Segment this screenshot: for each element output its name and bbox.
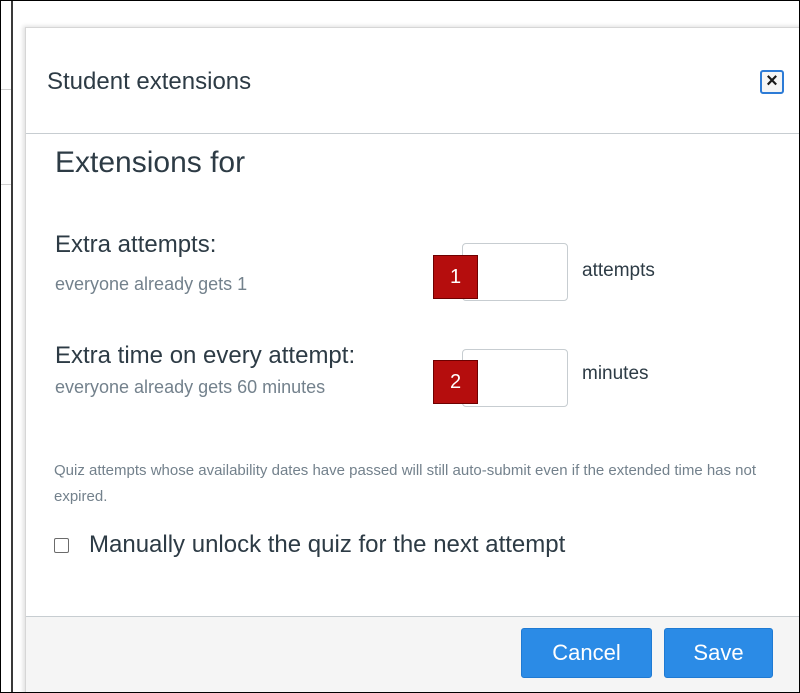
extra-attempts-help: everyone already gets 1 — [55, 274, 248, 294]
close-button[interactable]: × — [760, 70, 784, 94]
dialog-title: Student extensions — [47, 68, 252, 95]
student-extensions-dialog: Student extensions × Extensions for Extr… — [25, 27, 799, 692]
page-edge-line — [1, 184, 11, 185]
close-icon: × — [766, 70, 778, 92]
step-badge-2: 2 — [433, 360, 478, 404]
screenshot-frame: Student extensions × Extensions for Extr… — [0, 0, 800, 693]
page-edge-line — [1, 89, 11, 90]
extra-time-help: everyone already gets 60 minutes — [55, 377, 326, 397]
background-page-edge — [1, 1, 13, 692]
attempts-unit-label: attempts — [582, 260, 655, 281]
dialog-footer: Cancel Save — [26, 616, 799, 692]
manual-unlock-row[interactable]: Manually unlock the quiz for the next at… — [54, 531, 565, 559]
extra-attempts-label: Extra attempts: — [55, 231, 217, 258]
extra-time-label: Extra time on every attempt: — [55, 342, 356, 369]
save-button[interactable]: Save — [664, 628, 773, 678]
dialog-header: Student extensions × — [26, 28, 799, 134]
extensions-heading: Extensions for — [55, 146, 246, 179]
cancel-button[interactable]: Cancel — [521, 628, 652, 678]
manual-unlock-label[interactable]: Manually unlock the quiz for the next at… — [89, 531, 565, 559]
step-badge-1: 1 — [433, 255, 478, 299]
checkbox-icon[interactable] — [54, 537, 69, 553]
auto-submit-note: Quiz attempts whose availability dates h… — [54, 462, 757, 505]
minutes-unit-label: minutes — [582, 363, 649, 384]
